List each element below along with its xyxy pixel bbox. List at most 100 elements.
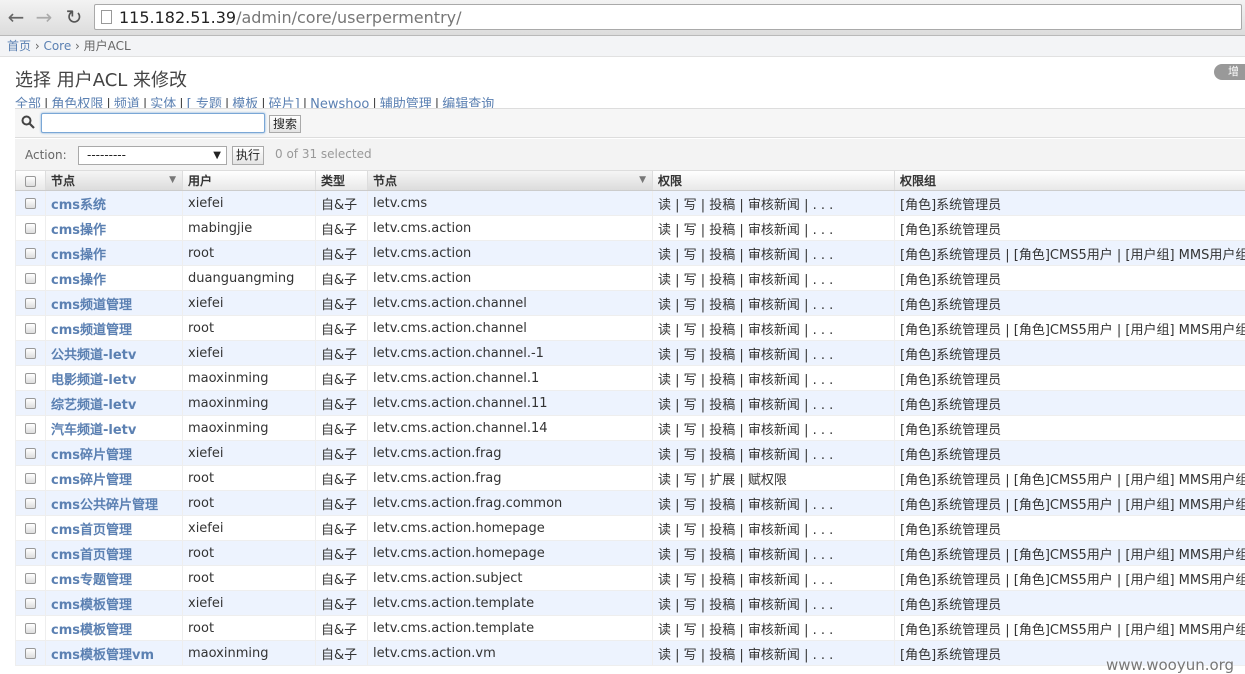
node-link[interactable]: cms频道管理 xyxy=(51,298,132,313)
row-checkbox[interactable] xyxy=(25,322,36,334)
search-button[interactable]: 搜索 xyxy=(269,115,302,133)
row-checkbox-cell[interactable] xyxy=(15,190,46,216)
select-all-checkbox-cell[interactable] xyxy=(15,171,46,191)
node-link[interactable]: 综艺频道-letv xyxy=(51,398,136,413)
node-link[interactable]: 汽车频道-letv xyxy=(51,423,136,438)
row-checkbox[interactable] xyxy=(25,422,36,434)
search-input[interactable] xyxy=(41,113,265,133)
row-checkbox-cell[interactable] xyxy=(15,440,46,466)
table-row[interactable]: cms频道管理 root 自&子 letv.cms.action.channel 读 |… xyxy=(15,315,1245,341)
row-checkbox-cell[interactable] xyxy=(15,540,46,566)
node-link[interactable]: cms模板管理 xyxy=(51,623,132,638)
row-checkbox-cell[interactable] xyxy=(15,565,46,591)
row-checkbox[interactable] xyxy=(25,572,36,584)
column-header-node[interactable]: 节点 ▼ xyxy=(45,171,183,191)
row-checkbox-cell[interactable] xyxy=(15,315,46,341)
address-bar[interactable]: 115.182.51.39/admin/core/userpermentry/ xyxy=(94,4,1242,30)
back-arrow-icon[interactable]: ← xyxy=(4,5,28,29)
add-button[interactable]: 增 xyxy=(1214,64,1245,80)
node-link[interactable]: cms操作 xyxy=(51,223,106,238)
action-select[interactable]: --------- ▼ xyxy=(78,146,227,165)
table-row[interactable]: cms首页管理 root 自&子 letv.cms.action.homepage 读 … xyxy=(15,540,1245,566)
url-text[interactable]: 115.182.51.39/admin/core/userpermentry/ xyxy=(119,8,462,27)
row-checkbox-cell[interactable] xyxy=(15,490,46,516)
row-checkbox-cell[interactable] xyxy=(15,615,46,641)
execute-button[interactable]: 执行 xyxy=(232,146,265,165)
table-row[interactable]: cms频道管理 xiefei 自&子 letv.cms.action.channel 读… xyxy=(15,290,1245,316)
row-checkbox-cell[interactable] xyxy=(15,465,46,491)
row-checkbox-cell[interactable] xyxy=(15,415,46,441)
table-row[interactable]: cms模板管理 root 自&子 letv.cms.action.template 读 … xyxy=(15,615,1245,641)
row-checkbox-cell[interactable] xyxy=(15,240,46,266)
row-checkbox[interactable] xyxy=(25,272,36,284)
row-checkbox-cell[interactable] xyxy=(15,515,46,541)
row-checkbox[interactable] xyxy=(25,547,36,559)
row-checkbox-cell[interactable] xyxy=(15,590,46,616)
node-link[interactable]: cms模板管理vm xyxy=(51,648,154,663)
node-link[interactable]: 公共频道-letv xyxy=(51,348,136,363)
row-checkbox-cell[interactable] xyxy=(15,340,46,366)
row-checkbox-cell[interactable] xyxy=(15,290,46,316)
table-row[interactable]: 汽车频道-letv maoxinming 自&子 letv.cms.action.ch… xyxy=(15,415,1245,441)
sort-desc-icon[interactable]: ▼ xyxy=(169,175,176,185)
row-checkbox[interactable] xyxy=(25,372,36,384)
row-checkbox[interactable] xyxy=(25,497,36,509)
table-row[interactable]: cms模板管理vm maoxinming 自&子 letv.cms.action.vm… xyxy=(15,640,1245,666)
node-link[interactable]: cms专题管理 xyxy=(51,573,132,588)
node-link[interactable]: cms首页管理 xyxy=(51,548,132,563)
column-header-permissions[interactable]: 权限 xyxy=(652,171,895,191)
reload-icon[interactable]: ↻ xyxy=(62,5,86,29)
table-row[interactable]: cms模板管理 xiefei 自&子 letv.cms.action.template… xyxy=(15,590,1245,616)
table-row[interactable]: cms首页管理 xiefei 自&子 letv.cms.action.homepage… xyxy=(15,515,1245,541)
row-checkbox-cell[interactable] xyxy=(15,265,46,291)
row-checkbox-cell[interactable] xyxy=(15,640,46,666)
column-header-user[interactable]: 用户 xyxy=(182,171,316,191)
node-link[interactable]: 电影频道-letv xyxy=(51,373,136,388)
table-row[interactable]: 电影频道-letv maoxinming 自&子 letv.cms.action.ch… xyxy=(15,365,1245,391)
table-row[interactable]: cms碎片管理 root 自&子 letv.cms.action.frag 读 | 写 … xyxy=(15,465,1245,491)
breadcrumb-current: 用户ACL xyxy=(83,39,131,53)
table-row[interactable]: cms操作 duanguangming 自&子 letv.cms.action 读 | … xyxy=(15,265,1245,291)
breadcrumb-home[interactable]: 首页 xyxy=(7,39,31,53)
node-link[interactable]: cms首页管理 xyxy=(51,523,132,538)
breadcrumb-app[interactable]: Core xyxy=(43,39,71,53)
column-header-permission-group[interactable]: 权限组 xyxy=(894,171,1245,191)
node-link[interactable]: cms操作 xyxy=(51,273,106,288)
row-checkbox-cell[interactable] xyxy=(15,365,46,391)
row-checkbox-cell[interactable] xyxy=(15,215,46,241)
row-checkbox[interactable] xyxy=(25,347,36,359)
row-checkbox[interactable] xyxy=(25,397,36,409)
column-header-type[interactable]: 类型 xyxy=(315,171,368,191)
table-row[interactable]: cms公共碎片管理 root 自&子 letv.cms.action.frag.com… xyxy=(15,490,1245,516)
column-header-path[interactable]: 节点 ▼ xyxy=(367,171,653,191)
row-checkbox[interactable] xyxy=(25,197,36,209)
row-checkbox[interactable] xyxy=(25,597,36,609)
row-checkbox[interactable] xyxy=(25,647,36,659)
node-link[interactable]: cms模板管理 xyxy=(51,598,132,613)
row-checkbox[interactable] xyxy=(25,297,36,309)
row-checkbox-cell[interactable] xyxy=(15,390,46,416)
sort-desc-icon[interactable]: ▼ xyxy=(639,175,646,185)
row-checkbox[interactable] xyxy=(25,222,36,234)
table-row[interactable]: cms碎片管理 xiefei 自&子 letv.cms.action.frag 读 | … xyxy=(15,440,1245,466)
table-row[interactable]: cms操作 mabingjie 自&子 letv.cms.action 读 | 写 | … xyxy=(15,215,1245,241)
node-link[interactable]: cms频道管理 xyxy=(51,323,132,338)
row-checkbox[interactable] xyxy=(25,622,36,634)
table-row[interactable]: cms专题管理 root 自&子 letv.cms.action.subject 读 |… xyxy=(15,565,1245,591)
node-link[interactable]: cms碎片管理 xyxy=(51,448,132,463)
row-checkbox[interactable] xyxy=(25,447,36,459)
table-row[interactable]: cms系统 xiefei 自&子 letv.cms 读 | 写 | 投稿 | 审核新闻 … xyxy=(15,190,1245,216)
table-row[interactable]: 综艺频道-letv maoxinming 自&子 letv.cms.action.ch… xyxy=(15,390,1245,416)
row-checkbox[interactable] xyxy=(25,522,36,534)
node-link[interactable]: cms系统 xyxy=(51,198,106,213)
table-row[interactable]: 公共频道-letv xiefei 自&子 letv.cms.action.channe… xyxy=(15,340,1245,366)
node-link[interactable]: cms操作 xyxy=(51,248,106,263)
permission-cell: 读 | 写 | 投稿 | 审核新闻 | . . . xyxy=(652,190,895,216)
node-link[interactable]: cms公共碎片管理 xyxy=(51,498,158,513)
node-link[interactable]: cms碎片管理 xyxy=(51,473,132,488)
select-all-checkbox[interactable] xyxy=(25,175,36,187)
row-checkbox[interactable] xyxy=(25,247,36,259)
table-row[interactable]: cms操作 root 自&子 letv.cms.action 读 | 写 | 投稿 | … xyxy=(15,240,1245,266)
row-checkbox[interactable] xyxy=(25,472,36,484)
forward-arrow-icon[interactable]: → xyxy=(32,5,56,29)
